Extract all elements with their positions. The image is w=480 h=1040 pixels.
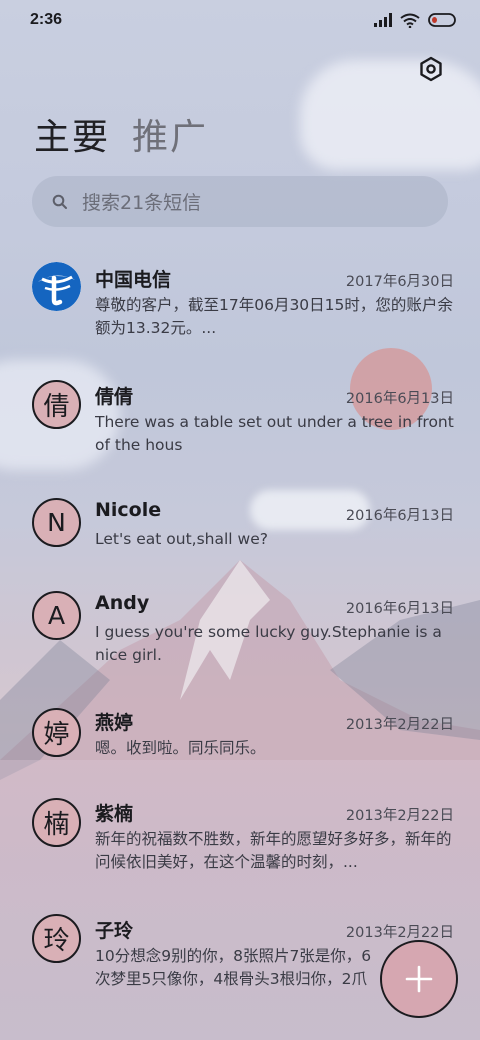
message-date: 2016年6月13日 (345, 391, 454, 407)
search-placeholder: 搜索21条短信 (82, 192, 202, 214)
message-preview: 嗯。收到啦。同乐同乐。 (95, 739, 266, 757)
message-preview: Let's eat out,shall we? (95, 530, 268, 548)
message-preview: 尊敬的客户，截至17年06月30日15时，您的账户余额为13.32元。... (95, 296, 453, 337)
message-date: 2017年6月30日 (345, 274, 454, 290)
status-bar: 2:36 (0, 0, 480, 40)
avatar: 婷 (32, 708, 81, 757)
avatar: 楠 (32, 798, 81, 847)
plus-icon (405, 965, 433, 993)
settings-button[interactable] (418, 56, 444, 82)
contact-name: Nicole (95, 499, 162, 521)
message-preview: I guess you're some lucky guy.Stephanie … (95, 623, 442, 664)
search-bar[interactable]: 搜索21条短信 (32, 176, 448, 227)
message-preview: 新年的祝福数不胜数，新年的愿望好多好多，新年的问候依旧美好，在这个温馨的时刻，.… (95, 830, 452, 871)
tab-primary[interactable]: 主要 (34, 108, 110, 160)
status-icons (374, 13, 456, 28)
conversation-item[interactable]: 楠 紫楠 2013年2月22日 新年的祝福数不胜数，新年的愿望好多好多，新年的问… (0, 796, 480, 896)
signal-icon (374, 13, 392, 27)
message-date: 2013年2月22日 (345, 717, 454, 733)
avatar: 倩 (32, 380, 81, 429)
avatar: 玲 (32, 914, 81, 963)
avatar: N (32, 498, 81, 547)
conversation-item[interactable]: 婷 燕婷 2013年2月22日 嗯。收到啦。同乐同乐。 (0, 704, 480, 784)
message-preview: 10分想念9别的你，8张照片7张是你，6次梦里5只像你，4根骨头3根归你，2爪着… (95, 947, 372, 988)
settings-icon (420, 56, 442, 82)
message-date: 2013年2月22日 (345, 808, 454, 824)
contact-name: 倩倩 (95, 386, 134, 408)
contact-name: 燕婷 (95, 712, 134, 734)
status-time: 2:36 (30, 11, 63, 28)
contact-name: Andy (95, 592, 150, 614)
china-telecom-logo-icon (32, 262, 81, 311)
cloud-decoration (300, 60, 480, 170)
contact-name: 紫楠 (95, 803, 134, 825)
new-message-button[interactable] (380, 940, 458, 1018)
category-tabs: 主要 推广 (34, 108, 208, 160)
tab-promotions[interactable]: 推广 (132, 108, 208, 160)
conversation-item[interactable]: 倩 倩倩 2016年6月13日 There was a table set ou… (0, 374, 480, 474)
wifi-icon (400, 13, 420, 28)
avatar (32, 262, 81, 311)
conversation-item[interactable]: A Andy 2016年6月13日 I guess you're some lu… (0, 586, 480, 686)
conversation-item[interactable]: N Nicole 2016年6月13日 Let's eat out,shall … (0, 492, 480, 572)
message-preview: There was a table set out under a tree i… (95, 413, 454, 454)
contact-name: 中国电信 (95, 269, 172, 291)
message-date: 2016年6月13日 (345, 508, 454, 524)
message-date: 2013年2月22日 (345, 925, 454, 941)
message-date: 2016年6月13日 (345, 601, 454, 617)
contact-name: 子玲 (95, 920, 134, 942)
conversation-item[interactable]: 中国电信 2017年6月30日 尊敬的客户，截至17年06月30日15时，您的账… (0, 248, 480, 358)
avatar: A (32, 591, 81, 640)
search-icon (52, 194, 67, 209)
battery-icon (428, 13, 456, 27)
